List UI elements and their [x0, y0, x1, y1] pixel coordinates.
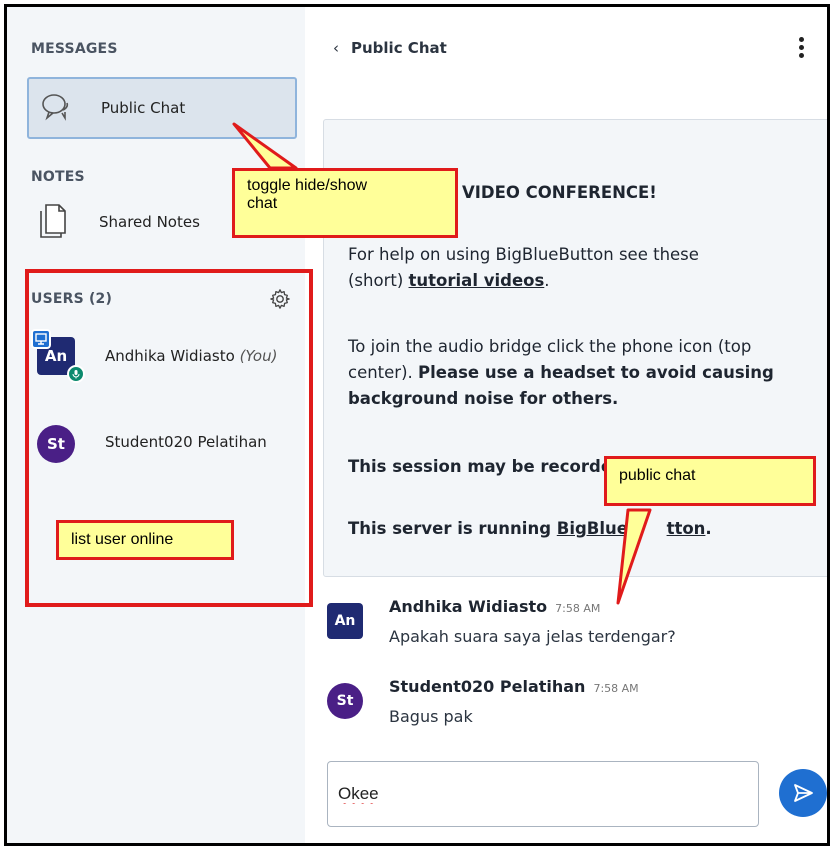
- welcome-server-text: This server is running BigBlueB tton.: [348, 516, 827, 542]
- chat-message: St Student020 Pelatihan 7:58 AM Bagus pak: [327, 677, 817, 737]
- audio-text-1: To join the audio bridge click the phone…: [348, 337, 752, 356]
- avatar: St: [327, 683, 363, 719]
- help-text-1: For help on using BigBlueButton see thes…: [348, 245, 699, 264]
- welcome-heading: VIDEO CONFERENCE!: [462, 183, 657, 202]
- chevron-left-icon: ‹: [333, 39, 339, 57]
- server-text: This server is running: [348, 519, 557, 538]
- shared-notes-label: Shared Notes: [99, 213, 200, 231]
- sender-name: Student020 Pelatihan: [389, 677, 586, 696]
- message-text: Apakah suara saya jelas terdengar?: [389, 627, 676, 646]
- message-time: 7:58 AM: [555, 602, 601, 615]
- send-button[interactable]: [779, 769, 827, 817]
- tutorial-videos-link[interactable]: tutorial videos: [409, 271, 545, 290]
- more-options-icon[interactable]: [799, 37, 805, 59]
- chat-bubbles-icon: [42, 94, 69, 121]
- audio-text-bold-1: Please use a headset to avoid causing: [418, 363, 774, 382]
- sender-name: Andhika Widiasto: [389, 597, 548, 616]
- public-chat-annotation: public chat: [604, 456, 816, 506]
- avatar: An: [327, 603, 363, 639]
- bigbluebutton-link-end[interactable]: tton: [667, 519, 706, 538]
- public-chat-label: Public Chat: [101, 99, 186, 117]
- help-text-2: (short): [348, 271, 409, 290]
- public-chat-item[interactable]: Public Chat: [27, 77, 297, 139]
- document-icon: [40, 204, 66, 238]
- help-text-end: .: [544, 271, 550, 290]
- welcome-audio-text: To join the audio bridge click the phone…: [348, 334, 827, 412]
- message-text: Bagus pak: [389, 707, 473, 726]
- user-list-annotation: list user online: [56, 520, 234, 560]
- chat-title: Public Chat: [351, 39, 447, 57]
- send-icon: [794, 784, 813, 802]
- bigbluebutton-link[interactable]: BigBlueB: [557, 519, 641, 538]
- message-time: 7:58 AM: [593, 682, 639, 695]
- toggle-annotation-line-2: chat: [247, 195, 278, 212]
- audio-text-2: center).: [348, 363, 419, 382]
- chat-panel: ‹ Public Chat VIDEO CONFERENCE! For help …: [305, 7, 827, 843]
- notes-section-title: NOTES: [31, 169, 85, 185]
- server-text-end: .: [705, 519, 712, 538]
- message-sender: Andhika Widiasto 7:58 AM: [389, 597, 600, 616]
- message-sender: Student020 Pelatihan 7:58 AM: [389, 677, 639, 696]
- welcome-help-text: For help on using BigBlueButton see thes…: [348, 242, 827, 294]
- chat-input[interactable]: [338, 780, 738, 808]
- toggle-annotation-line-1: toggle hide/show: [247, 177, 368, 194]
- chat-header-back[interactable]: ‹ Public Chat: [333, 39, 447, 57]
- messages-section-title: MESSAGES: [31, 41, 118, 57]
- app-window: MESSAGES Public Chat NOTES Shared Notes …: [4, 4, 830, 846]
- toggle-chat-annotation: toggle hide/show chat: [232, 168, 458, 238]
- chat-message: An Andhika Widiasto 7:58 AM Apakah suara …: [327, 597, 817, 657]
- chat-input-container: [327, 761, 759, 827]
- audio-text-bold-2: background noise for others.: [348, 389, 619, 408]
